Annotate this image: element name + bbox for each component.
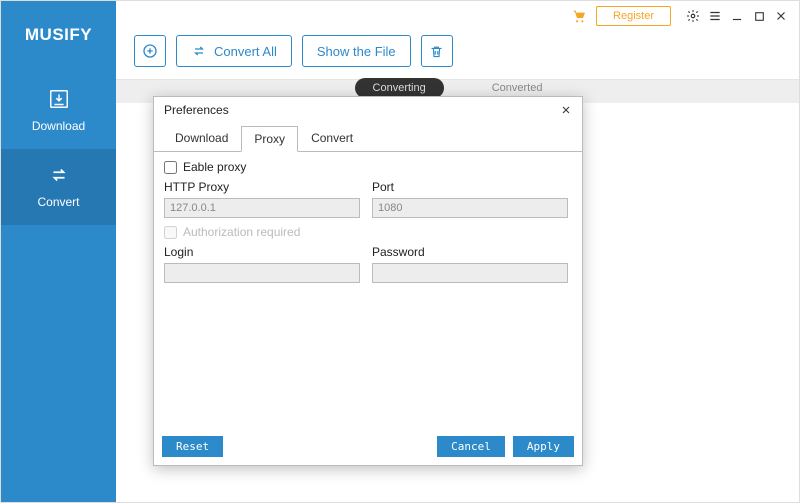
- modal-overlay: Preferences Download Proxy Convert Eable…: [0, 0, 800, 503]
- pref-tab-proxy[interactable]: Proxy: [241, 126, 298, 152]
- reset-button[interactable]: Reset: [162, 436, 223, 457]
- port-input[interactable]: [372, 198, 568, 218]
- password-input[interactable]: [372, 263, 568, 283]
- dialog-close-icon[interactable]: [560, 104, 572, 116]
- port-label: Port: [372, 180, 568, 194]
- enable-proxy-label: Eable proxy: [183, 160, 246, 174]
- http-proxy-label: HTTP Proxy: [164, 180, 360, 194]
- login-input[interactable]: [164, 263, 360, 283]
- preferences-dialog: Preferences Download Proxy Convert Eable…: [153, 96, 583, 466]
- enable-proxy-checkbox[interactable]: [164, 161, 177, 174]
- password-label: Password: [372, 245, 568, 259]
- dialog-title: Preferences: [164, 103, 229, 117]
- auth-required-label: Authorization required: [183, 225, 300, 239]
- pref-tab-convert[interactable]: Convert: [298, 125, 366, 151]
- cancel-button[interactable]: Cancel: [437, 436, 505, 457]
- auth-required-checkbox[interactable]: [164, 226, 177, 239]
- apply-button[interactable]: Apply: [513, 436, 574, 457]
- pref-tab-download[interactable]: Download: [162, 125, 241, 151]
- http-proxy-input[interactable]: [164, 198, 360, 218]
- login-label: Login: [164, 245, 360, 259]
